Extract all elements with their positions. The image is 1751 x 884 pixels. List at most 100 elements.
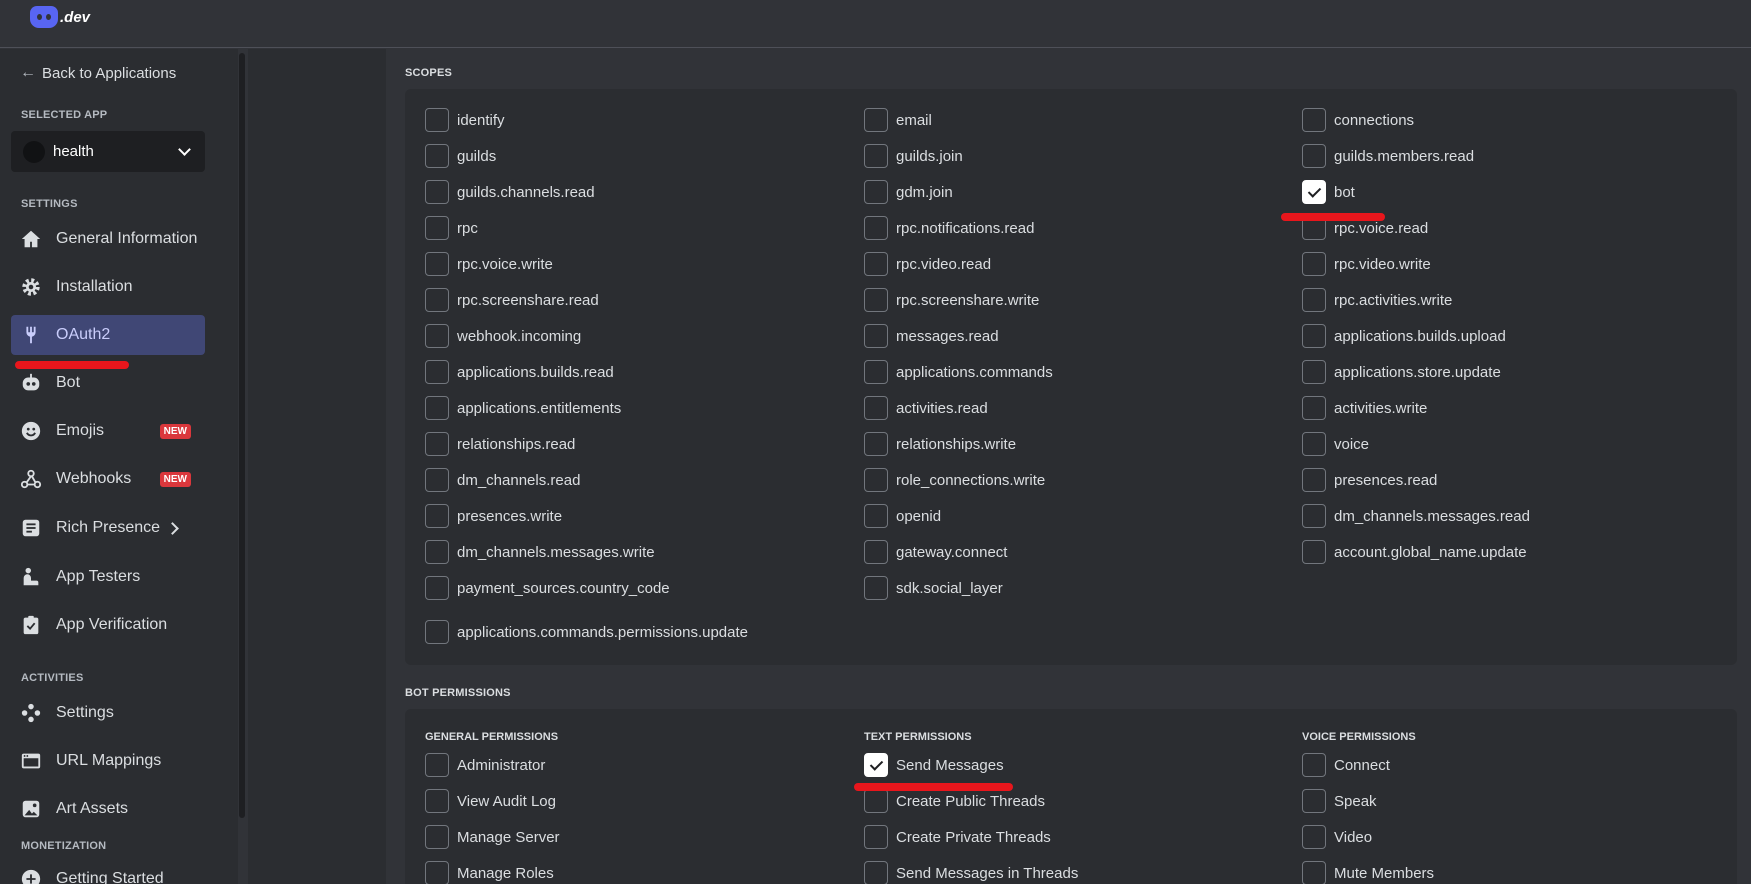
checkbox-option[interactable]: presences.read (1302, 468, 1437, 492)
checkbox-option[interactable]: rpc.video.read (864, 252, 991, 276)
checkbox[interactable] (864, 576, 888, 600)
checkbox-option[interactable]: rpc.voice.write (425, 252, 553, 276)
checkbox[interactable] (1302, 108, 1326, 132)
checkbox[interactable] (864, 540, 888, 564)
discord-dev-logo[interactable]: .dev (30, 6, 90, 28)
checkbox[interactable] (864, 468, 888, 492)
checkbox[interactable] (425, 396, 449, 420)
back-to-applications-link[interactable]: ← Back to Applications (20, 64, 176, 82)
checkbox-option[interactable]: gdm.join (864, 180, 953, 204)
checkbox[interactable] (1302, 789, 1326, 813)
checkbox-checked[interactable] (864, 753, 888, 777)
checkbox[interactable] (864, 789, 888, 813)
checkbox-option[interactable]: bot (1302, 180, 1355, 204)
checkbox-option[interactable]: activities.read (864, 396, 988, 420)
checkbox-option[interactable]: guilds (425, 144, 496, 168)
checkbox[interactable] (1302, 288, 1326, 312)
checkbox[interactable] (864, 825, 888, 849)
checkbox[interactable] (864, 324, 888, 348)
checkbox-option[interactable]: openid (864, 504, 941, 528)
checkbox[interactable] (1302, 252, 1326, 276)
sidebar-item-emojis[interactable]: Emojis NEW (11, 411, 205, 451)
checkbox-option[interactable]: connections (1302, 108, 1414, 132)
sidebar-scrollbar[interactable] (239, 53, 245, 818)
checkbox[interactable] (1302, 324, 1326, 348)
checkbox-option[interactable]: Connect (1302, 753, 1390, 777)
checkbox-option[interactable]: identify (425, 108, 505, 132)
checkbox-option[interactable]: voice (1302, 432, 1369, 456)
sidebar-item-installation[interactable]: Installation (11, 267, 205, 307)
checkbox-option[interactable]: sdk.social_layer (864, 576, 1003, 600)
checkbox-option[interactable]: dm_channels.messages.read (1302, 504, 1530, 528)
checkbox[interactable] (864, 396, 888, 420)
sidebar-item-app-verification[interactable]: App Verification (11, 605, 205, 645)
checkbox[interactable] (864, 861, 888, 884)
checkbox[interactable] (425, 108, 449, 132)
checkbox[interactable] (425, 753, 449, 777)
checkbox-option[interactable]: applications.builds.upload (1302, 324, 1506, 348)
sidebar-item-art-assets[interactable]: Art Assets (11, 789, 205, 829)
checkbox[interactable] (425, 288, 449, 312)
checkbox-option[interactable]: Video (1302, 825, 1372, 849)
checkbox-option[interactable]: Send Messages in Threads (864, 861, 1078, 884)
checkbox-option[interactable]: Create Private Threads (864, 825, 1051, 849)
checkbox-option[interactable]: guilds.channels.read (425, 180, 595, 204)
sidebar-item-webhooks[interactable]: Webhooks NEW (11, 459, 205, 499)
checkbox[interactable] (425, 432, 449, 456)
checkbox-option[interactable]: applications.commands (864, 360, 1053, 384)
checkbox-checked[interactable] (1302, 180, 1326, 204)
sidebar-item-app-testers[interactable]: App Testers (11, 557, 205, 597)
checkbox[interactable] (425, 180, 449, 204)
checkbox-option[interactable]: account.global_name.update (1302, 540, 1527, 564)
checkbox[interactable] (1302, 360, 1326, 384)
checkbox[interactable] (1302, 432, 1326, 456)
checkbox-option[interactable]: gateway.connect (864, 540, 1007, 564)
sidebar-item-rich-presence[interactable]: Rich Presence (11, 508, 205, 548)
checkbox-option[interactable]: Create Public Threads (864, 789, 1045, 813)
checkbox-option[interactable]: role_connections.write (864, 468, 1045, 492)
checkbox[interactable] (864, 504, 888, 528)
sidebar-item-general-information[interactable]: General Information (11, 219, 205, 259)
sidebar-item-bot[interactable]: Bot (11, 363, 205, 403)
checkbox[interactable] (1302, 825, 1326, 849)
checkbox[interactable] (425, 504, 449, 528)
checkbox-option[interactable]: webhook.incoming (425, 324, 581, 348)
checkbox[interactable] (1302, 144, 1326, 168)
checkbox-option[interactable]: dm_channels.read (425, 468, 580, 492)
checkbox-option[interactable]: messages.read (864, 324, 999, 348)
checkbox[interactable] (425, 216, 449, 240)
checkbox-option[interactable]: email (864, 108, 932, 132)
checkbox-option[interactable]: Administrator (425, 753, 545, 777)
checkbox-option[interactable]: guilds.join (864, 144, 963, 168)
checkbox[interactable] (1302, 504, 1326, 528)
checkbox-option[interactable]: applications.entitlements (425, 396, 621, 420)
checkbox[interactable] (425, 576, 449, 600)
checkbox-option[interactable]: applications.builds.read (425, 360, 614, 384)
checkbox[interactable] (1302, 753, 1326, 777)
checkbox-option[interactable]: presences.write (425, 504, 562, 528)
checkbox[interactable] (1302, 540, 1326, 564)
checkbox-option[interactable]: rpc.screenshare.read (425, 288, 599, 312)
checkbox[interactable] (864, 288, 888, 312)
checkbox[interactable] (864, 252, 888, 276)
checkbox-option[interactable]: rpc.video.write (1302, 252, 1431, 276)
sidebar-item-getting-started[interactable]: Getting Started (11, 859, 205, 884)
checkbox[interactable] (425, 861, 449, 884)
sidebar-item-oauth2[interactable]: OAuth2 (11, 315, 205, 355)
checkbox-option[interactable]: View Audit Log (425, 789, 556, 813)
checkbox-option[interactable]: Manage Roles (425, 861, 554, 884)
checkbox-option[interactable]: guilds.members.read (1302, 144, 1474, 168)
checkbox[interactable] (425, 825, 449, 849)
sidebar-item-activities-settings[interactable]: Settings (11, 693, 205, 733)
checkbox[interactable] (1302, 396, 1326, 420)
checkbox[interactable] (1302, 861, 1326, 884)
checkbox-option[interactable]: Speak (1302, 789, 1377, 813)
checkbox[interactable] (425, 252, 449, 276)
checkbox-option[interactable]: activities.write (1302, 396, 1427, 420)
checkbox[interactable] (864, 108, 888, 132)
checkbox-option[interactable]: relationships.read (425, 432, 575, 456)
checkbox[interactable] (864, 360, 888, 384)
checkbox-option[interactable]: relationships.write (864, 432, 1016, 456)
checkbox-option[interactable]: rpc (425, 216, 478, 240)
checkbox[interactable] (864, 216, 888, 240)
